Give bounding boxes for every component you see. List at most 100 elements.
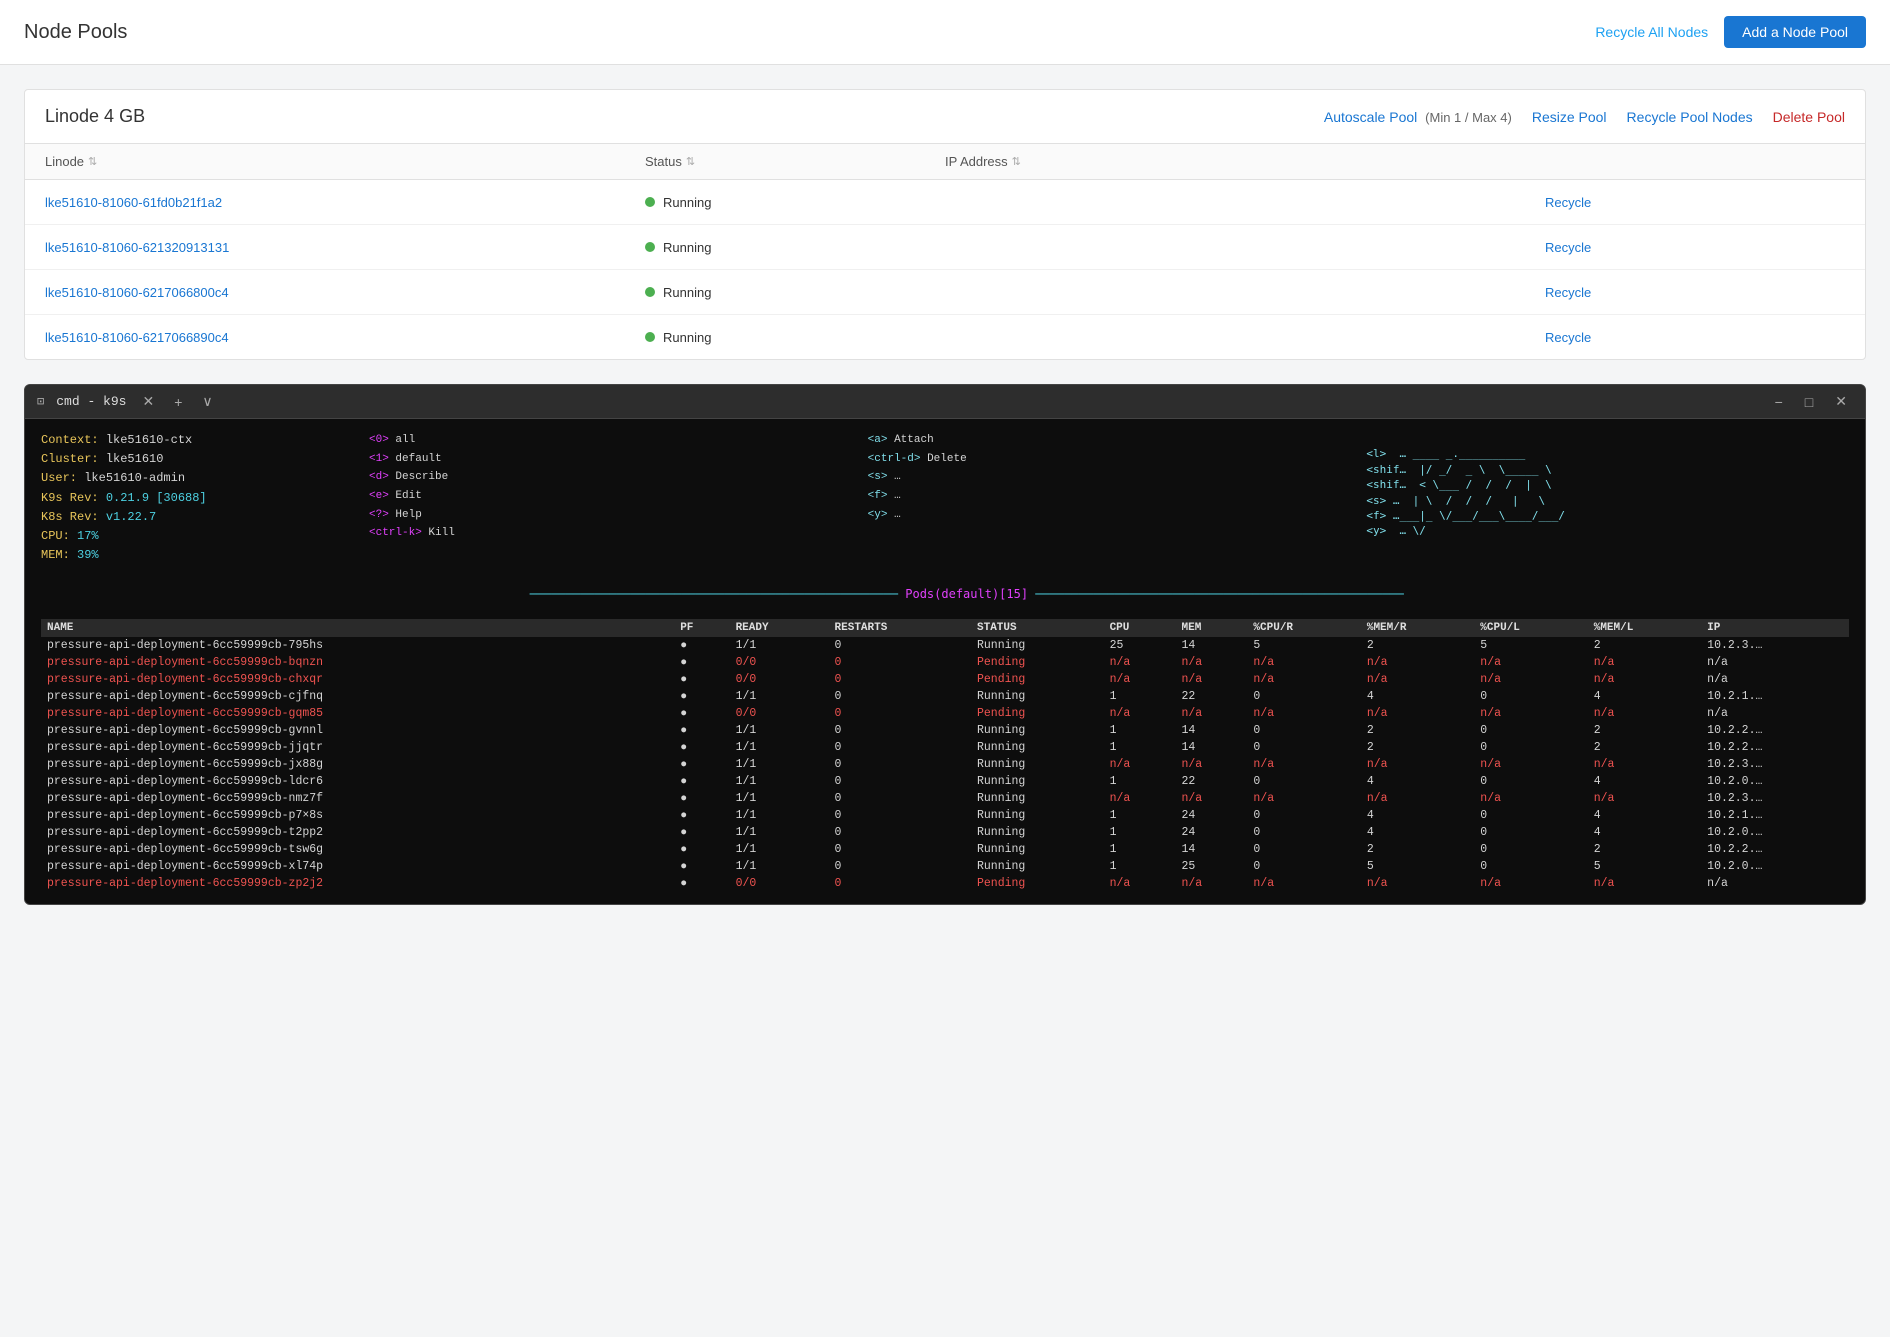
pod-cpuR: n/a [1247, 790, 1360, 807]
pod-cpuR: n/a [1247, 705, 1360, 722]
pod-mem: n/a [1176, 654, 1248, 671]
recycle-cell: Recycle [1545, 239, 1845, 255]
context-val: lke51610-ctx [106, 433, 192, 447]
pod-row: pressure-api-deployment-6cc59999cb-bqnzn… [41, 654, 1849, 671]
context-label: Context: [41, 433, 99, 447]
pod-cpuR: 0 [1247, 807, 1360, 824]
node-link[interactable]: lke51610-81060-6217066890c4 [45, 330, 229, 345]
cpu-val: 17% [77, 529, 99, 543]
pod-pf: ● [674, 705, 729, 722]
pod-status: Running [971, 756, 1104, 773]
recycle-node-link[interactable]: Recycle [1545, 330, 1591, 345]
terminal-shortcuts: <0> all <1> default <d> Describe <e> Edi… [369, 431, 1849, 565]
pod-mem: 22 [1176, 773, 1248, 790]
pod-mem: 24 [1176, 824, 1248, 841]
pod-name: pressure-api-deployment-6cc59999cb-jjqtr [41, 739, 674, 756]
autoscale-label[interactable]: Autoscale Pool [1324, 109, 1417, 125]
pod-ready: 1/1 [730, 858, 829, 875]
node-name-cell: lke51610-81060-61fd0b21f1a2 [45, 194, 645, 210]
pod-pf: ● [674, 722, 729, 739]
recycle-node-link[interactable]: Recycle [1545, 195, 1591, 210]
pods-col-ip: IP [1701, 619, 1849, 637]
pod-name: pressure-api-deployment-6cc59999cb-gvnnl [41, 722, 674, 739]
mem-val: 39% [77, 548, 99, 562]
add-pool-button[interactable]: Add a Node Pool [1724, 16, 1866, 48]
pod-restarts: 0 [829, 671, 971, 688]
pod-memR: 5 [1361, 858, 1474, 875]
pod-mem: 22 [1176, 688, 1248, 705]
pod-row: pressure-api-deployment-6cc59999cb-jx88g… [41, 756, 1849, 773]
pod-status: Running [971, 824, 1104, 841]
pod-pf: ● [674, 841, 729, 858]
cluster-label: Cluster: [41, 452, 99, 466]
pods-col-memR: %MEM/R [1361, 619, 1474, 637]
terminal-maximize-btn[interactable]: □ [1799, 392, 1819, 412]
pod-restarts: 0 [829, 875, 971, 892]
pod-memL: 4 [1588, 688, 1701, 705]
pod-name: pressure-api-deployment-6cc59999cb-bqnzn [41, 654, 674, 671]
pod-memR: n/a [1361, 654, 1474, 671]
pod-memR: n/a [1361, 671, 1474, 688]
pod-cpuL: 0 [1474, 824, 1587, 841]
pod-memL: 2 [1588, 739, 1701, 756]
pool-table-row: lke51610-81060-6217066800c4 Running Recy… [25, 270, 1865, 315]
node-link[interactable]: lke51610-81060-6217066800c4 [45, 285, 229, 300]
pod-restarts: 0 [829, 654, 971, 671]
autoscale-pool-link[interactable]: Autoscale Pool (Min 1 / Max 4) [1324, 109, 1512, 125]
pod-restarts: 0 [829, 858, 971, 875]
terminal-dropdown-btn[interactable]: ∨ [198, 391, 216, 412]
terminal-minimize-btn[interactable]: − [1769, 392, 1789, 412]
k9s-rev-label: K9s Rev: [41, 491, 99, 505]
pod-mem: 14 [1176, 841, 1248, 858]
pod-ip: n/a [1701, 671, 1849, 688]
pod-restarts: 0 [829, 739, 971, 756]
resize-pool-link[interactable]: Resize Pool [1532, 109, 1607, 125]
status-cell: Running [645, 330, 945, 345]
col-status[interactable]: Status ⇅ [645, 154, 945, 169]
pod-ip: 10.2.0.… [1701, 858, 1849, 875]
pod-cpuR: 0 [1247, 773, 1360, 790]
pod-cpu: 1 [1104, 773, 1176, 790]
recycle-pool-nodes-link[interactable]: Recycle Pool Nodes [1627, 109, 1753, 125]
pod-memL: 4 [1588, 824, 1701, 841]
recycle-node-link[interactable]: Recycle [1545, 240, 1591, 255]
cpu-label: CPU: [41, 529, 70, 543]
node-link[interactable]: lke51610-81060-621320913131 [45, 240, 229, 255]
pod-cpuL: 0 [1474, 773, 1587, 790]
page-header: Node Pools Recycle All Nodes Add a Node … [0, 0, 1890, 65]
pod-cpu: 1 [1104, 722, 1176, 739]
pod-status: Running [971, 858, 1104, 875]
pod-cpuL: 0 [1474, 739, 1587, 756]
pod-mem: n/a [1176, 671, 1248, 688]
delete-pool-link[interactable]: Delete Pool [1773, 109, 1845, 125]
node-link[interactable]: lke51610-81060-61fd0b21f1a2 [45, 195, 222, 210]
node-name-cell: lke51610-81060-6217066800c4 [45, 284, 645, 300]
terminal-add-tab-btn[interactable]: + [170, 392, 186, 412]
pool-table-row: lke51610-81060-6217066890c4 Running Recy… [25, 315, 1865, 359]
pod-cpuL: n/a [1474, 756, 1587, 773]
mem-label: MEM: [41, 548, 70, 562]
status-text: Running [663, 330, 711, 345]
pod-mem: 14 [1176, 637, 1248, 654]
pod-ready: 0/0 [730, 875, 829, 892]
terminal-body: Context: lke51610-ctx Cluster: lke51610 … [25, 419, 1865, 904]
terminal-close-tab-btn[interactable]: ✕ [138, 391, 158, 412]
col-linode[interactable]: Linode ⇅ [45, 154, 645, 169]
pod-cpuR: 0 [1247, 688, 1360, 705]
pod-ready: 1/1 [730, 790, 829, 807]
pods-col-pf: PF [674, 619, 729, 637]
status-sort-icon: ⇅ [686, 155, 695, 168]
pod-cpu: n/a [1104, 671, 1176, 688]
pod-cpu: n/a [1104, 756, 1176, 773]
pod-mem: n/a [1176, 875, 1248, 892]
pod-ip: n/a [1701, 705, 1849, 722]
pod-status: Pending [971, 705, 1104, 722]
pod-status: Pending [971, 654, 1104, 671]
pod-pf: ● [674, 875, 729, 892]
terminal-close-btn[interactable]: ✕ [1829, 391, 1853, 412]
recycle-node-link[interactable]: Recycle [1545, 285, 1591, 300]
recycle-all-button[interactable]: Recycle All Nodes [1595, 24, 1708, 40]
pool-actions: Autoscale Pool (Min 1 / Max 4) Resize Po… [1324, 109, 1845, 125]
pod-status: Pending [971, 875, 1104, 892]
col-ip[interactable]: IP Address ⇅ [945, 154, 1545, 169]
